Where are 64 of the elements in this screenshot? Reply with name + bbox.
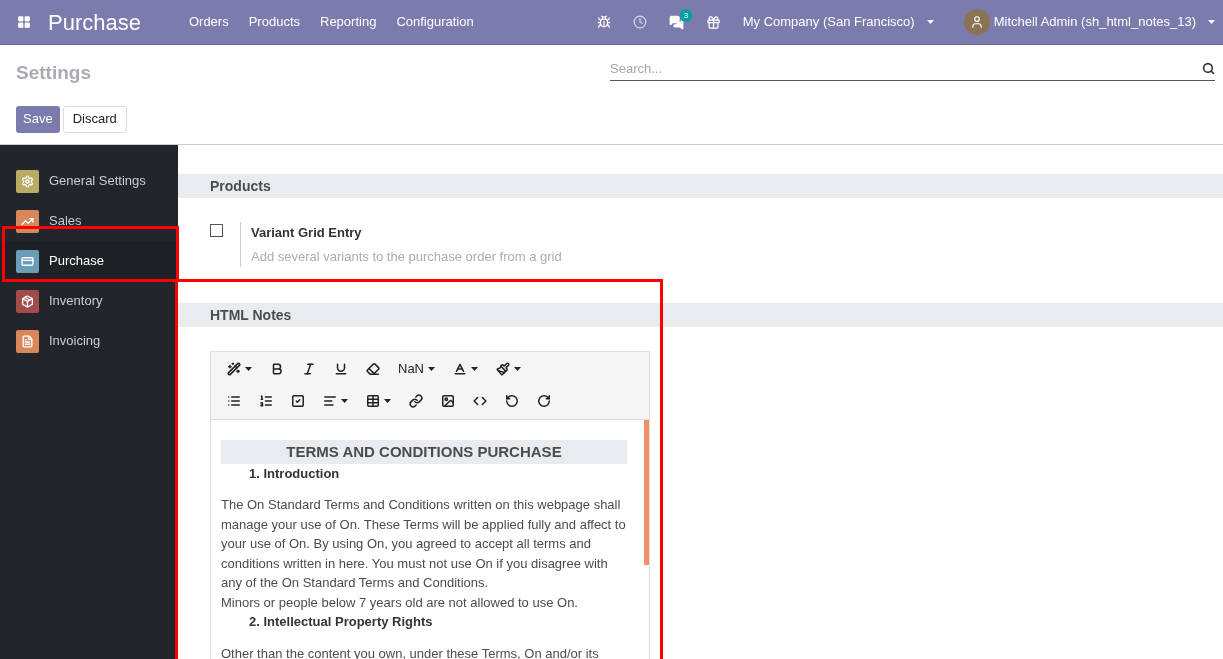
sidebar-item[interactable]: Sales (0, 201, 178, 241)
checkbox[interactable] (210, 224, 223, 237)
caret-icon (514, 367, 521, 371)
box-icon (21, 294, 34, 308)
caret-icon (926, 20, 934, 24)
font-size-button[interactable]: NaN (392, 355, 441, 383)
section-header: HTML Notes (178, 303, 1223, 327)
section-header: Products (178, 174, 1223, 198)
sidebar-item[interactable]: Purchase (0, 241, 178, 281)
search-field[interactable]: Search... (610, 58, 1202, 79)
numbered-heading: 1. Introduction (248, 464, 341, 483)
setting-label: Variant Grid Entry (251, 224, 363, 242)
bullet-list-icon (227, 393, 241, 408)
avatar-icon (963, 9, 990, 35)
caret-icon (341, 398, 348, 403)
italic-icon (302, 362, 316, 376)
caret-icon (428, 367, 435, 371)
gear-icon (21, 174, 34, 188)
eraser-icon (366, 362, 380, 376)
menu-link[interactable]: Reporting (310, 12, 387, 32)
redo-icon (537, 393, 551, 408)
caret-icon (245, 367, 252, 371)
discard-button[interactable]: Discard (62, 105, 127, 133)
message-count-badge: 3 (679, 8, 693, 22)
save-button[interactable]: Save (16, 105, 60, 133)
underline-icon (334, 362, 348, 376)
table-icon (366, 393, 380, 408)
brush-icon (496, 362, 510, 376)
sidebar-item[interactable]: General Settings (0, 161, 178, 201)
numbered-heading: 2. Intellectual Property Rights (248, 613, 434, 631)
document-heading: TERMS AND CONDITIONS PURCHASE (221, 440, 627, 464)
menu-link[interactable]: Configuration (386, 12, 484, 32)
card-icon (21, 254, 34, 268)
paragraph: The On Standard Terms and Conditions written on this webpage shall manage your use of On. These Terms will be applied fully and affect to your use of On. By using On, you agreed to accept all terms and conditions written in here. You must not use On if you disagree with any of the On Standard Terms and Conditions. (221, 496, 627, 592)
setting-description: Add several variants to the purchase order from a grid (251, 247, 562, 266)
sidebar-item[interactable]: Inventory (0, 281, 178, 321)
magic-wand-icon (227, 362, 241, 376)
page-title: Settings (16, 61, 92, 85)
checklist-icon (291, 393, 305, 408)
gift-icon[interactable] (705, 14, 721, 30)
chat-icon[interactable] (668, 14, 684, 30)
image-icon (441, 393, 455, 408)
caret-icon (471, 367, 478, 371)
undo-icon (505, 393, 519, 408)
search-icon[interactable] (1202, 62, 1215, 75)
bug-icon[interactable] (596, 15, 611, 29)
document-icon (21, 334, 34, 348)
paragraph: Minors or people below 7 years old are not allowed to use On. (221, 593, 579, 612)
caret-icon (1208, 20, 1215, 24)
app-title: Purchase (48, 8, 141, 37)
numbered-list-icon (259, 393, 273, 408)
user-menu[interactable]: Mitchell Admin (sh_html_notes_13) (963, 9, 1215, 35)
clock-icon[interactable] (632, 15, 647, 29)
bold-icon (270, 362, 284, 376)
menu-link[interactable]: Products (238, 12, 310, 32)
font-color-icon (453, 362, 467, 376)
company-switcher[interactable]: My Company (San Francisco) (742, 12, 934, 32)
caret-icon (384, 398, 391, 403)
sidebar-item[interactable]: Invoicing (0, 321, 178, 361)
link-icon (409, 393, 423, 408)
align-icon (323, 393, 337, 408)
scrollbar-thumb[interactable] (644, 420, 649, 565)
grid-icon (17, 15, 31, 29)
menu-link[interactable]: Orders (178, 12, 239, 32)
